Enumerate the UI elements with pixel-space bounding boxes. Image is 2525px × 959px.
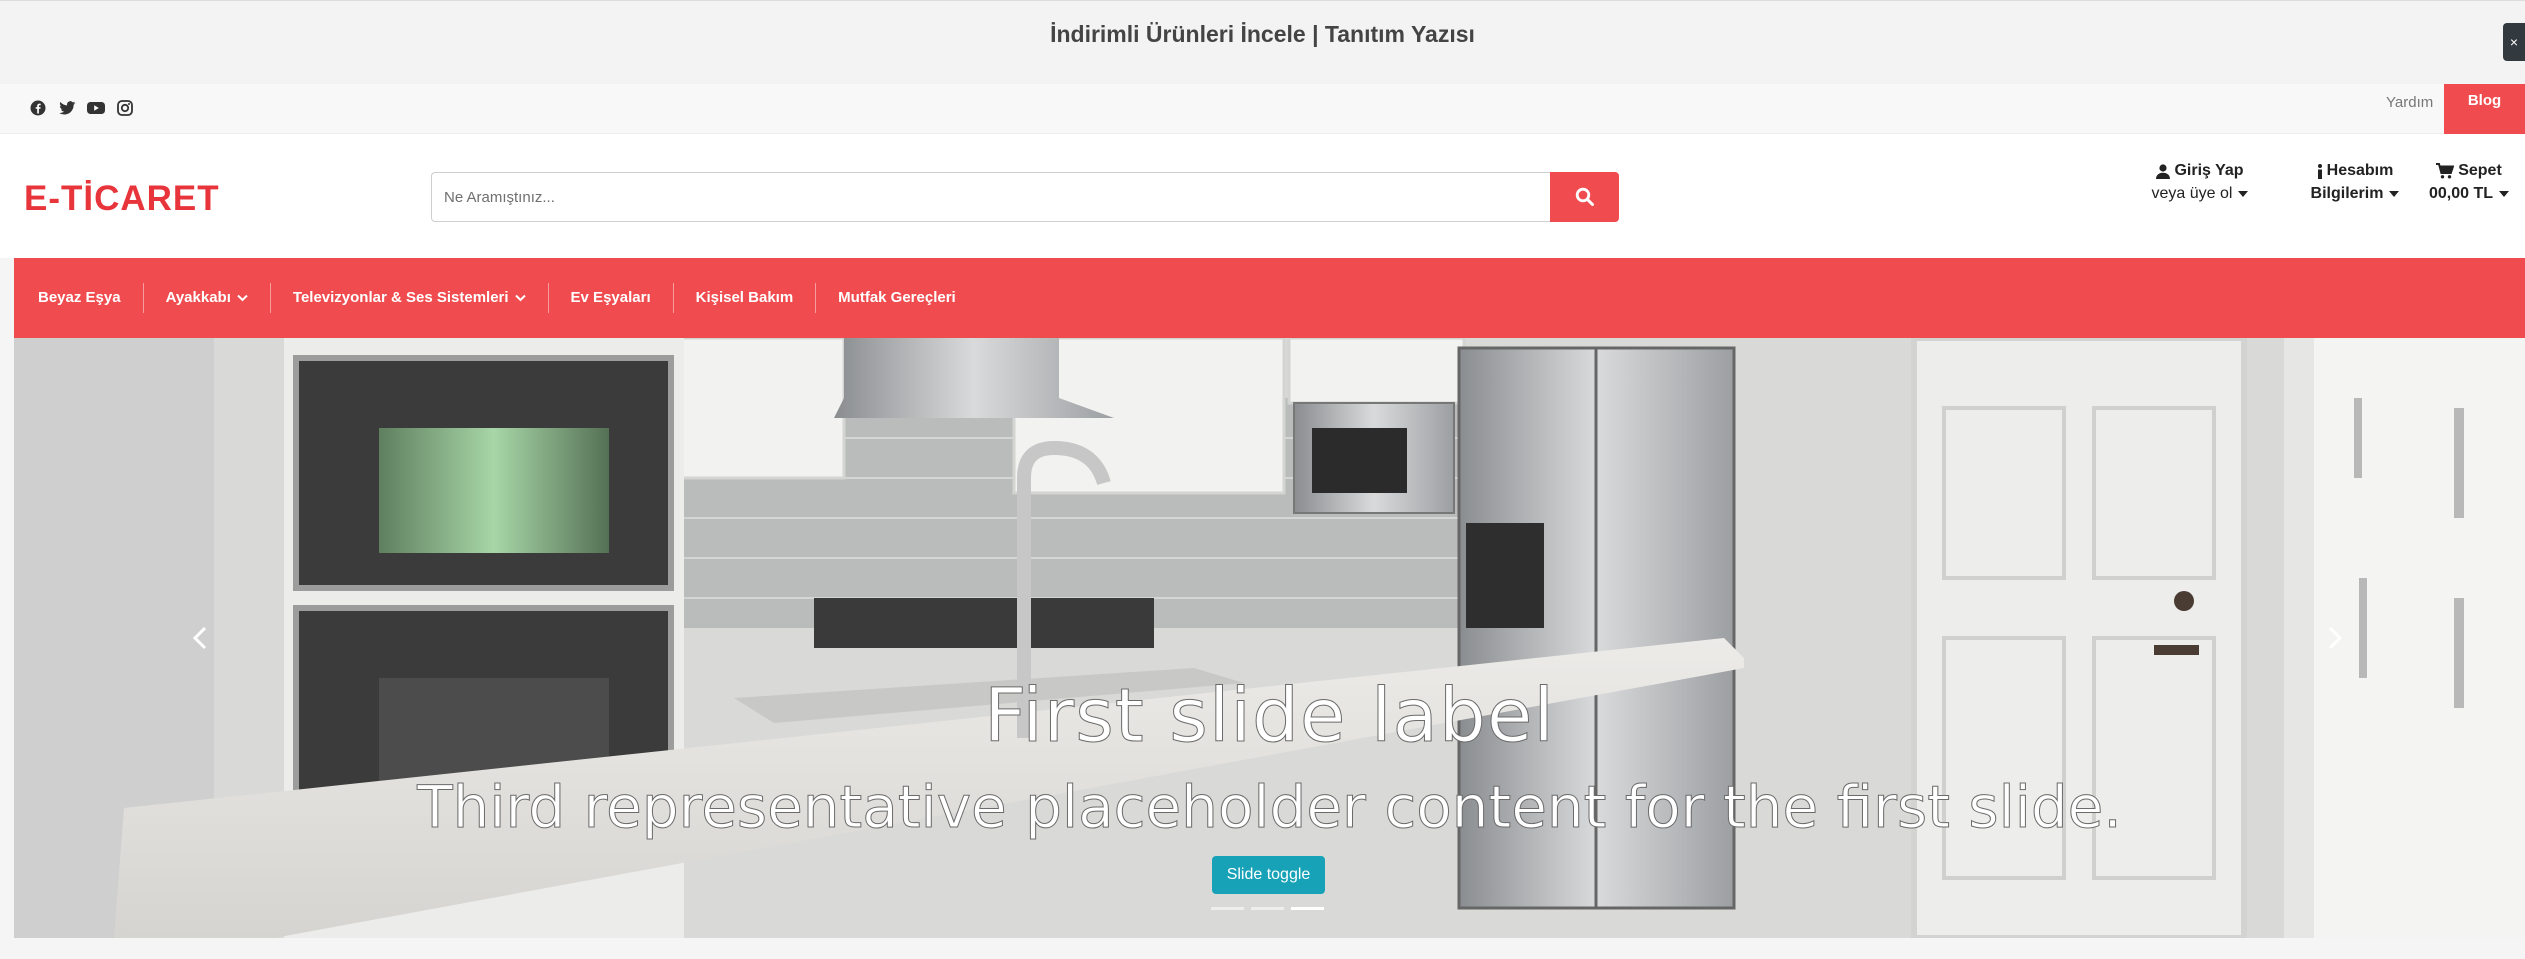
cart-title: Sepet: [2458, 162, 2502, 179]
cart-total: 00,00 TL: [2428, 185, 2494, 202]
twitter-icon[interactable]: [58, 99, 76, 117]
login-menu[interactable]: Giriş Yap veya üye ol: [2150, 162, 2250, 203]
promo-text[interactable]: İndirimli Ürünleri İncele | Tanıtım Yazı…: [0, 21, 2525, 48]
info-icon: [2317, 163, 2322, 179]
chevron-down-icon: [2499, 191, 2510, 197]
login-title: Giriş Yap: [2174, 162, 2244, 179]
carousel-next-button[interactable]: [2315, 613, 2355, 663]
nav-item-label: Ev Eşyaları: [570, 289, 651, 306]
kitchen-photo: [14, 338, 2525, 938]
account-title: Hesabım: [2326, 162, 2394, 179]
nav-item-label: Beyaz Eşya: [38, 289, 121, 306]
chevron-down-icon: [2238, 191, 2249, 197]
facebook-icon[interactable]: [29, 99, 47, 117]
nav-item[interactable]: Ev Eşyaları: [549, 283, 674, 313]
nav-item-label: Mutfak Gereçleri: [838, 289, 956, 306]
top-bar: Yardım Blog: [0, 84, 2525, 134]
youtube-icon[interactable]: [87, 99, 105, 117]
chevron-down-icon: [237, 294, 248, 302]
cart-menu[interactable]: Sepet 00,00 TL: [2421, 162, 2517, 203]
search-input[interactable]: [431, 172, 1550, 222]
slide-title: First slide label: [984, 673, 1555, 760]
cart-icon: [2436, 163, 2455, 179]
carousel-indicator[interactable]: [1291, 907, 1324, 910]
search-icon: [1575, 187, 1594, 206]
account-sub: Bilgilerim: [2310, 185, 2384, 202]
nav-item-label: Televizyonlar & Ses Sistemleri: [292, 289, 509, 306]
nav-item[interactable]: Ayakkabı: [144, 283, 271, 313]
chevron-down-icon: [514, 294, 526, 302]
search-button[interactable]: [1550, 172, 1619, 222]
nav-item[interactable]: Beyaz Eşya: [38, 283, 144, 313]
carousel-indicator[interactable]: [1251, 907, 1284, 910]
site-logo[interactable]: E-TİCARET: [24, 179, 220, 219]
hero-carousel: First slide label Third representative p…: [14, 338, 2525, 938]
carousel-indicator[interactable]: [1211, 907, 1244, 910]
chevron-down-icon: [2389, 191, 2400, 197]
category-nav: Beyaz Eşya Ayakkabı Televizyonlar & Ses Si…: [14, 258, 2525, 338]
promo-banner: İndirimli Ürünleri İncele | Tanıtım Yazı…: [0, 0, 2525, 84]
slide-toggle-button[interactable]: Slide toggle: [1212, 856, 1325, 894]
nav-item[interactable]: Televizyonlar & Ses Sistemleri: [271, 283, 549, 313]
close-icon[interactable]: ×: [2503, 23, 2525, 61]
chevron-left-icon: [192, 626, 207, 650]
nav-item[interactable]: Mutfak Gereçleri: [816, 283, 978, 313]
carousel-indicators: [1211, 907, 1324, 910]
instagram-icon[interactable]: [116, 99, 134, 117]
slide-caption: Third representative placeholder content…: [417, 773, 2123, 842]
nav-item-label: Kişisel Bakım: [695, 289, 794, 306]
carousel-prev-button[interactable]: [180, 613, 220, 663]
search-form: [431, 172, 1619, 222]
register-label: veya üye ol: [2151, 185, 2233, 202]
site-header: E-TİCARET Giriş Yap veya üye ol Hesabım …: [0, 134, 2525, 258]
blog-button[interactable]: Blog: [2444, 84, 2525, 134]
help-link[interactable]: Yardım: [2386, 94, 2433, 111]
social-links: [29, 99, 134, 117]
chevron-right-icon: [2328, 626, 2343, 650]
nav-item-label: Ayakkabı: [165, 289, 231, 306]
user-icon: [2156, 163, 2171, 179]
account-menu[interactable]: Hesabım Bilgilerim: [2305, 162, 2405, 203]
nav-item[interactable]: Kişisel Bakım: [674, 283, 817, 313]
